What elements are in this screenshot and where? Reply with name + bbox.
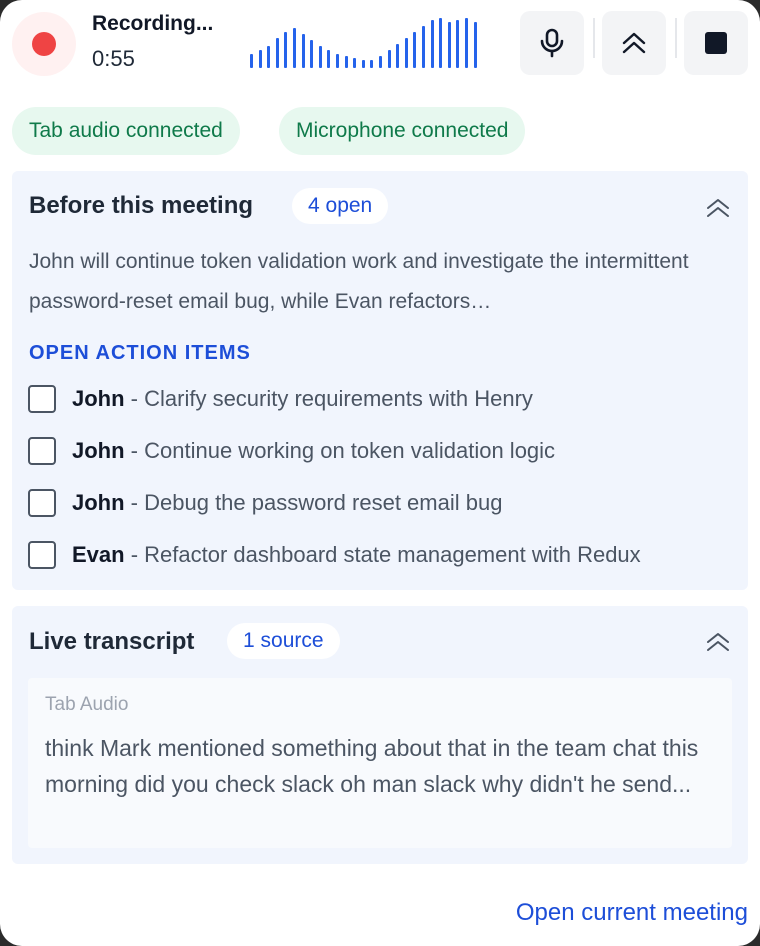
action-item-checkbox[interactable] <box>28 385 56 413</box>
recording-title: Recording... <box>92 12 214 35</box>
live-transcript-title: Live transcript <box>29 628 195 655</box>
waveform-bar <box>396 44 400 68</box>
chevrons-up-icon <box>707 199 729 217</box>
waveform-bar <box>361 60 365 68</box>
open-items-badge: 4 open <box>292 188 389 224</box>
waveform-bar <box>301 34 305 68</box>
transcript-text: think Mark mentioned something about tha… <box>45 735 699 797</box>
waveform-bar <box>447 22 451 68</box>
recording-indicator <box>12 12 76 76</box>
transcript-entry: Tab Audio think Mark mentioned something… <box>28 678 732 848</box>
waveform-bar <box>327 50 331 68</box>
waveform-bar <box>439 18 443 68</box>
action-item-checkbox[interactable] <box>28 437 56 465</box>
open-current-meeting-link[interactable]: Open current meeting <box>516 899 748 927</box>
header-divider <box>593 18 595 58</box>
waveform-bar <box>336 54 339 68</box>
tab-audio-status-chip: Tab audio connected <box>12 107 240 155</box>
transcript-source-label: Tab Audio <box>45 694 129 715</box>
waveform-bar <box>353 58 357 68</box>
action-item-separator: - <box>124 438 145 463</box>
stop-icon <box>705 32 727 54</box>
action-item: John - Debug the password reset email bu… <box>28 483 502 523</box>
waveform-bar <box>456 20 460 68</box>
waveform-bar <box>267 46 271 68</box>
recording-elapsed-time: 0:55 <box>92 46 135 71</box>
waveform-bar <box>284 32 288 68</box>
microphone-icon <box>540 28 564 58</box>
waveform-bar <box>250 54 253 68</box>
collapse-before-meeting-button[interactable] <box>702 192 734 224</box>
action-item-text: Refactor dashboard state management with… <box>144 542 641 567</box>
action-item: Evan - Refactor dashboard state manageme… <box>28 535 641 575</box>
action-item-owner: Evan <box>72 542 125 567</box>
action-item-checkbox[interactable] <box>28 541 56 569</box>
before-meeting-title: Before this meeting <box>29 192 254 219</box>
waveform-bar <box>473 22 477 68</box>
action-item: John - Clarify security requirements wit… <box>28 379 533 419</box>
waveform-bar <box>404 38 408 68</box>
waveform-bar <box>413 32 417 68</box>
action-item-owner: John <box>72 490 125 515</box>
waveform-bar <box>275 38 279 68</box>
waveform-bar <box>293 28 296 68</box>
header-divider <box>675 18 677 58</box>
chevrons-up-icon <box>622 32 646 54</box>
waveform-bar <box>387 50 391 68</box>
action-item-owner: John <box>72 438 125 463</box>
meeting-summary: John will continue token validation work… <box>29 250 689 313</box>
action-item-text: Clarify security requirements with Henry <box>144 386 533 411</box>
microphone-status-chip: Microphone connected <box>279 107 526 155</box>
waveform-bar <box>465 18 468 68</box>
live-transcript-card: Live transcript 1 source Tab Audio think… <box>12 606 748 864</box>
action-item-checkbox[interactable] <box>28 489 56 517</box>
chevrons-up-icon <box>707 633 729 651</box>
waveform-bar <box>430 20 434 68</box>
waveform-bar <box>310 40 314 68</box>
waveform-bar <box>422 26 425 68</box>
waveform-bar <box>344 56 348 68</box>
stop-recording-button[interactable] <box>684 11 748 75</box>
collapse-transcript-button[interactable] <box>702 626 734 658</box>
open-action-items-label: OPEN ACTION ITEMS <box>29 342 251 364</box>
action-item-separator: - <box>124 386 145 411</box>
action-item-text: Debug the password reset email bug <box>144 490 503 515</box>
microphone-button[interactable] <box>520 11 584 75</box>
action-item-separator: - <box>124 490 145 515</box>
action-item-owner: John <box>72 386 125 411</box>
recorder-panel: Recording... 0:55 Tab audio connected Mi… <box>0 0 760 946</box>
action-item-text: Continue working on token validation log… <box>144 438 556 463</box>
waveform-bar <box>379 56 382 68</box>
source-count-badge: 1 source <box>227 623 340 659</box>
collapse-panel-button[interactable] <box>602 11 666 75</box>
action-item-separator: - <box>124 542 145 567</box>
waveform-bar <box>258 50 262 68</box>
record-dot-icon <box>32 32 56 56</box>
waveform-bar <box>370 60 374 68</box>
audio-waveform <box>250 18 490 68</box>
before-meeting-card: Before this meeting 4 open John will con… <box>12 171 748 590</box>
waveform-bar <box>318 46 322 68</box>
action-item: John - Continue working on token validat… <box>28 431 555 471</box>
